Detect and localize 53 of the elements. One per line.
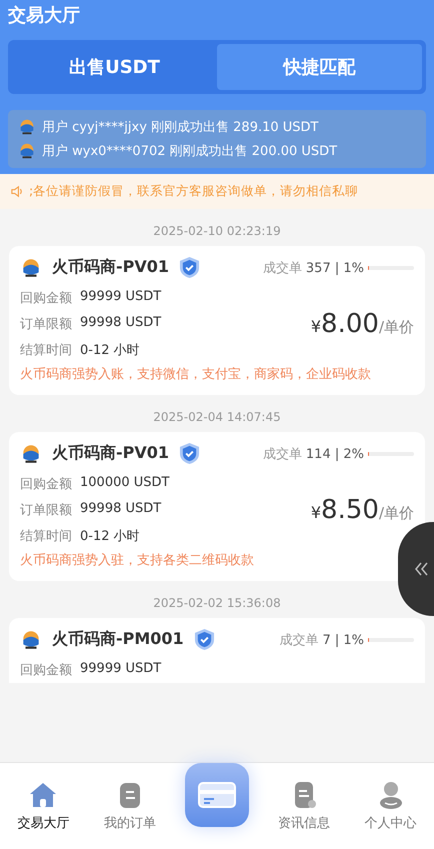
listing-timestamp: 2025-02-04 14:07:45 — [152, 409, 282, 426]
listing-timestamp: 2025-02-02 15:36:08 — [152, 595, 282, 612]
listing-card[interactable]: 火币码商-PV01 成交单 114 | 2% 回购金额 100000 USDT 订单限额 99998 USDT 结算时间 0-12 小时 ¥8.50/单价 火币码商强势入驻，支持各类二维码收款 — [9, 432, 425, 581]
nav-item[interactable]: 个人中心 — [347, 780, 434, 832]
ticker-message: 用户 cyyj****jjxy 刚刚成功出售 289.10 USDT — [42, 119, 318, 136]
merchant-note: 火币码商强势入驻，支持各类二维码收款 — [20, 552, 255, 569]
avatar-icon — [18, 142, 36, 160]
listing-card[interactable]: 火币码商-PV01 成交单 357 | 1% 回购金额 99999 USDT 订单限额 99998 USDT 结算时间 0-12 小时 ¥8.00/单价 火币码商强势入账，支持微信，支付宝，商家码，企业码收款 — [9, 246, 425, 395]
price-unit: /单价 — [378, 504, 414, 523]
speaker-icon — [10, 184, 25, 199]
deals-count: 7 | 1% — [322, 632, 364, 648]
avatar-icon — [18, 118, 36, 136]
deals-count: 114 | 2% — [306, 446, 364, 462]
field-label: 回购金额 — [20, 476, 72, 493]
price-value: 8.50 — [321, 495, 379, 525]
field-label: 订单限额 — [20, 502, 72, 519]
currency-symbol: ¥ — [310, 503, 322, 522]
page-title: 交易大厅 — [8, 4, 81, 28]
field-label: 结算时间 — [20, 342, 72, 359]
center-nav-button[interactable] — [184, 763, 249, 827]
card-icon — [196, 780, 237, 810]
listing-card[interactable]: 火币码商-PM001 成交单 7 | 1% 回购金额 99999 USDT — [9, 618, 425, 683]
field-value: 99999 USDT — [80, 661, 162, 678]
nav-item[interactable]: 资讯信息 — [260, 780, 348, 832]
deals-label: 成交单 — [279, 632, 318, 648]
nav-item[interactable]: 交易大厅 — [0, 780, 87, 832]
field-value: 0-12 小时 — [80, 528, 140, 545]
field-label: 回购金额 — [20, 290, 72, 307]
field-label: 结算时间 — [20, 528, 72, 545]
field-label: 回购金额 — [20, 662, 72, 679]
price-unit: /单价 — [378, 318, 414, 337]
deals-label: 成交单 — [262, 446, 302, 462]
field-label: 订单限额 — [20, 316, 72, 333]
field-value: 99998 USDT — [80, 315, 162, 332]
price-value: 8.00 — [321, 309, 379, 339]
listing-timestamp: 2025-02-10 02:23:19 — [152, 223, 282, 240]
merchant-name: 火币码商-PV01 — [52, 443, 170, 464]
merchant-name: 火币码商-PV01 — [52, 257, 170, 278]
field-value: 99998 USDT — [80, 501, 162, 518]
nav-item[interactable]: 我的订单 — [86, 780, 174, 832]
field-value: 100000 USDT — [80, 475, 170, 492]
tab[interactable]: 快捷匹配 — [217, 44, 422, 90]
deals-label: 成交单 — [262, 260, 302, 276]
merchant-note: 火币码商强势入账，支持微信，支付宝，商家码，企业码收款 — [20, 366, 372, 383]
field-value: 99999 USDT — [80, 289, 162, 306]
house-icon — [28, 780, 58, 810]
ticker-message: 用户 wyx0****0702 刚刚成功出售 200.00 USDT — [42, 143, 338, 160]
currency-symbol: ¥ — [310, 317, 322, 336]
tab[interactable]: 出售USDT — [12, 44, 217, 90]
deals-count: 357 | 1% — [306, 260, 364, 276]
merchant-name: 火币码商-PM001 — [52, 629, 184, 650]
notice-text: ;各位请谨防假冒，联系官方客服咨询做单，请勿相信私聊 — [29, 183, 358, 200]
field-value: 0-12 小时 — [80, 342, 140, 359]
